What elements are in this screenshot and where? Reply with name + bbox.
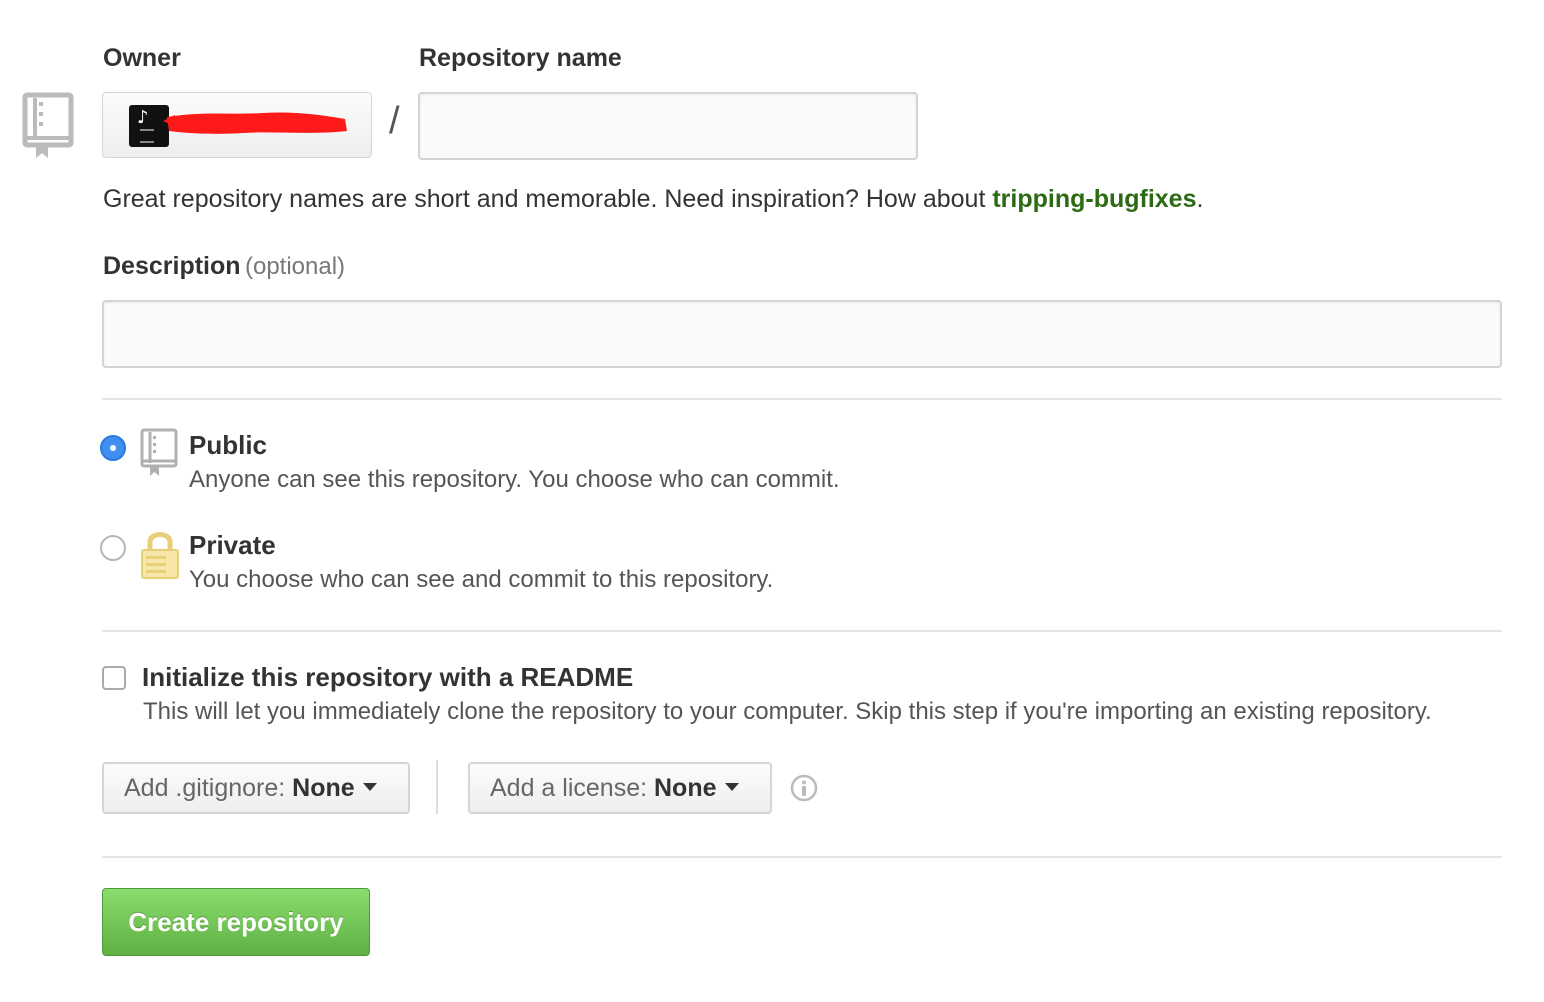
vertical-divider [436,760,438,814]
name-hint-text: Great repository names are short and mem… [103,185,993,213]
redaction-mark [163,112,347,134]
owner-label: Owner [103,44,181,72]
divider [102,398,1502,400]
readme-checkbox[interactable] [102,666,126,690]
description-label-text: Description [103,252,241,280]
optional-label: (optional) [244,253,346,280]
music-note-icon: ♪ [137,107,149,128]
public-title: Public [189,430,268,460]
readme-description: This will let you immediately clone the … [143,698,1432,725]
create-repository-button[interactable]: Create repository [102,888,370,956]
repository-name-label: Repository name [419,44,622,72]
name-hint-end: . [1196,185,1204,213]
gitignore-dropdown[interactable]: Add .gitignore: None [102,762,410,814]
repo-icon [22,92,74,158]
repo-icon [140,428,178,476]
info-icon[interactable] [790,774,818,802]
caret-down-icon [724,783,739,792]
private-title: Private [189,530,276,560]
owner-select[interactable]: ♪ [102,92,372,158]
divider [102,856,1502,858]
gitignore-prefix: Add .gitignore: [124,774,293,802]
lock-icon [141,532,179,579]
divider [102,630,1502,632]
private-radio[interactable] [100,535,126,561]
description-input[interactable] [102,300,1502,368]
license-value: None [654,774,717,802]
name-hint: Great repository names are short and mem… [103,185,1203,214]
public-description: Anyone can see this repository. You choo… [189,466,840,493]
name-suggestion-link[interactable]: tripping-bugfixes [992,185,1196,213]
repository-name-input[interactable] [418,92,918,160]
gitignore-value: None [292,774,355,802]
owner-repo-separator: / [389,100,400,142]
private-description: You choose who can see and commit to thi… [189,566,774,593]
description-label: Description (optional) [103,252,345,281]
readme-title: Initialize this repository with a README [142,662,634,692]
caret-down-icon [362,783,377,792]
license-dropdown[interactable]: Add a license: None [468,762,772,814]
public-radio[interactable] [100,435,126,461]
license-prefix: Add a license: [490,774,654,802]
